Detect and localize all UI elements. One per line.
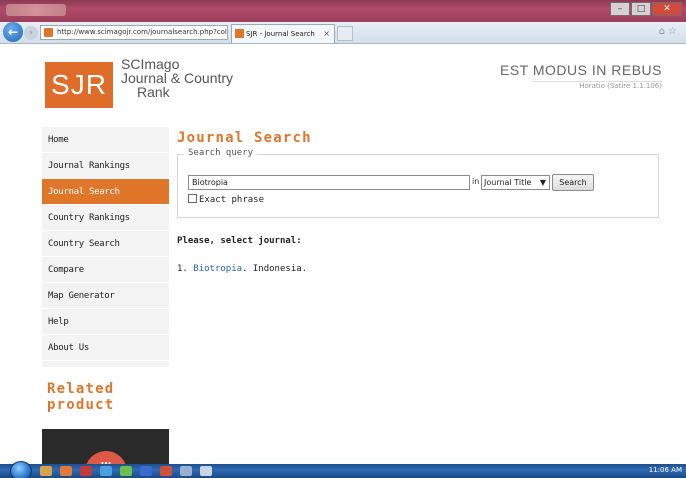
site-favicon-icon [44, 28, 53, 37]
sidebar-spacer [42, 361, 169, 367]
windows-taskbar: 11:06 AM [0, 461, 686, 478]
new-tab-button[interactable] [337, 26, 353, 41]
app2-icon[interactable] [120, 466, 132, 476]
page-title: Journal Search [177, 130, 312, 146]
exact-phrase-checkbox[interactable] [188, 194, 197, 203]
pdf-icon[interactable] [160, 466, 172, 476]
tab-title: SJR - Journal Search [246, 30, 315, 38]
exact-phrase-option[interactable]: Exact phrase [188, 194, 264, 205]
sidebar-item-compare[interactable]: Compare [42, 257, 169, 283]
window-controls: – □ ✕ [610, 2, 682, 16]
maximize-button[interactable]: □ [631, 2, 651, 16]
page: SJR SCImago Journal & Country Rank EST M… [0, 44, 686, 478]
in-label: in [472, 177, 480, 186]
sidebar: Home Journal Rankings Journal Search Cou… [42, 127, 169, 478]
browser-titlebar: – □ ✕ [0, 0, 686, 22]
search-input[interactable]: Biotropia [188, 175, 470, 190]
search-button[interactable]: Search [552, 174, 594, 191]
logo-line-3: Rank [137, 84, 170, 100]
sidebar-item-journal-rankings[interactable]: Journal Rankings [42, 153, 169, 179]
sjr-logo[interactable]: SJR [45, 62, 113, 108]
logo-line-1: SCImago [121, 56, 180, 72]
search-query-fieldset: Search query Biotropia in Journal Title … [177, 148, 659, 218]
select-value: Journal Title [484, 178, 532, 187]
sidebar-item-country-search[interactable]: Country Search [42, 231, 169, 257]
version-text: Horatio (Satire 1.1.106) [579, 82, 662, 90]
app4-icon[interactable] [200, 466, 212, 476]
search-field-select[interactable]: Journal Title ▼ [481, 175, 550, 190]
exact-phrase-label: Exact phrase [199, 195, 265, 205]
related-product-heading: Related product [47, 381, 115, 413]
back-button[interactable]: ← [3, 22, 23, 42]
browser-logo [6, 4, 66, 16]
result-index: 1. [177, 264, 188, 274]
taskbar-icons [40, 466, 212, 476]
result-country: . Indonesia. [242, 264, 308, 274]
sidebar-item-about-us[interactable]: About Us [42, 335, 169, 361]
sidebar-item-help[interactable]: Help [42, 309, 169, 335]
explorer-icon[interactable] [40, 466, 52, 476]
list-item: 1. Biotropia. Indonesia. [177, 264, 661, 274]
app3-icon[interactable] [180, 466, 192, 476]
chevron-down-icon: ▼ [539, 178, 546, 187]
word-icon[interactable] [140, 466, 152, 476]
sidebar-item-map-generator[interactable]: Map Generator [42, 283, 169, 309]
app-icon[interactable] [80, 466, 92, 476]
home-star-icons[interactable]: ⌂☆ [659, 26, 680, 37]
forward-button[interactable]: › [24, 26, 38, 40]
close-window-button[interactable]: ✕ [652, 2, 682, 16]
select-journal-prompt: Please, select journal: [177, 236, 302, 246]
sidebar-item-home[interactable]: Home [42, 127, 169, 153]
sidebar-item-country-rankings[interactable]: Country Rankings [42, 205, 169, 231]
tab-favicon-icon [235, 29, 244, 38]
logo-text: SCImago Journal & Country Rank [121, 57, 233, 99]
result-journal-link[interactable]: Biotropia [193, 264, 242, 274]
minimize-button[interactable]: – [610, 2, 630, 16]
clock[interactable]: 11:06 AM [649, 466, 682, 474]
browser-tab[interactable]: SJR - Journal Search × [231, 24, 335, 43]
address-url: http://www.scimagojr.com/journalsearch.p… [57, 28, 228, 36]
media-icon[interactable] [60, 466, 72, 476]
address-bar[interactable]: http://www.scimagojr.com/journalsearch.p… [40, 25, 228, 40]
search-query-legend: Search query [184, 148, 258, 158]
start-button[interactable] [10, 461, 32, 478]
main-content: Journal Search Search query Biotropia in… [177, 130, 661, 274]
motto: EST MODUS IN REBUS [500, 62, 662, 78]
ie-icon[interactable] [100, 466, 112, 476]
browser-navbar: ← › http://www.scimagojr.com/journalsear… [0, 22, 686, 44]
logo-line-2: Journal & Country [121, 70, 234, 86]
tab-close-icon[interactable]: × [323, 25, 330, 43]
sidebar-item-journal-search[interactable]: Journal Search [42, 179, 169, 205]
